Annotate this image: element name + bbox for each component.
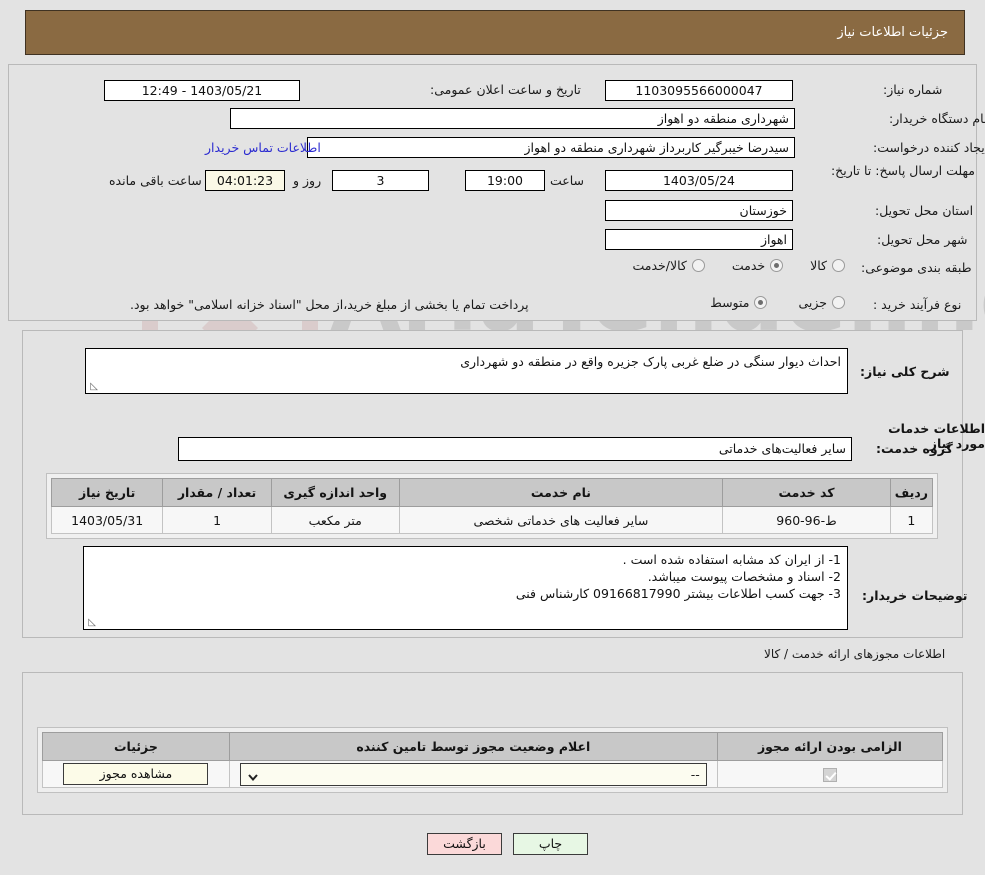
cell-permit-status: -- bbox=[228, 760, 718, 788]
cell-service-code: ط-96-960 bbox=[722, 506, 891, 534]
page-title: جزئیات اطلاعات نیاز bbox=[837, 25, 948, 40]
permits-section-heading: اطلاعات مجوزهای ارائه خدمت / کالا bbox=[764, 647, 946, 661]
deadline-date-field: 1403/05/24 bbox=[605, 170, 793, 191]
cell-need-date: 1403/05/31 bbox=[50, 506, 164, 534]
purchase-type-radio-group[interactable]: جزیی متوسط bbox=[650, 295, 850, 310]
subject-category-radio-group[interactable]: کالا خدمت کالا/خدمت bbox=[560, 258, 850, 273]
request-creator-field: سیدرضا خیبرگیر کاربرداز شهرداری منطقه دو… bbox=[307, 137, 795, 158]
buyer-notes-textarea[interactable]: 1- از ایران کد مشابه استفاده شده است . 2-… bbox=[83, 546, 848, 630]
permits-table-header-row: الزامی بودن ارائه مجوز اعلام وضعیت مجوز … bbox=[42, 732, 944, 761]
purchase-type-option-label: متوسط bbox=[710, 295, 750, 310]
subject-category-radio-icon[interactable] bbox=[691, 259, 705, 272]
delivery-city-field: اهواز bbox=[605, 229, 793, 250]
buyer-note-line-1: 1- از ایران کد مشابه استفاده شده است . bbox=[622, 552, 841, 567]
announce-datetime-label: تاریخ و ساعت اعلان عمومی: bbox=[430, 82, 581, 97]
time-remaining-label: ساعت باقی مانده bbox=[109, 173, 202, 188]
th-quantity: تعداد / مقدار bbox=[162, 478, 272, 507]
purchase-type-option-label: جزیی bbox=[798, 295, 827, 310]
permits-table: الزامی بودن ارائه مجوز اعلام وضعیت مجوز … bbox=[42, 732, 944, 788]
buyer-contact-link[interactable]: اطلاعات تماس خریدار bbox=[205, 140, 321, 155]
subject-category-option-label: کالا bbox=[810, 258, 827, 273]
need-description-text: احداث دیوار سنگی در ضلع غربی پارک جزیره … bbox=[460, 354, 841, 369]
chevron-down-icon bbox=[247, 768, 259, 781]
purchase-type-label: نوع فرآیند خرید : bbox=[873, 297, 962, 312]
deadline-hour-label: ساعت bbox=[550, 173, 585, 188]
time-remaining-field: 04:01:23 bbox=[205, 170, 285, 191]
days-word-label: روز و bbox=[293, 173, 322, 188]
permits-table-row: -- مشاهده مجوز bbox=[42, 760, 944, 788]
buyer-notes-content: 1- از ایران کد مشابه استفاده شده است . 2-… bbox=[90, 551, 841, 602]
subject-category-option-2[interactable]: کالا/خدمت bbox=[632, 258, 709, 273]
th-row-no: ردیف bbox=[889, 478, 934, 507]
services-table-row: 1 ط-96-960 سایر فعالیت های خدماتی شخصی متر … bbox=[50, 506, 934, 534]
resize-grip-icon[interactable]: ◺ bbox=[88, 382, 98, 392]
need-number-label: شماره نیاز: bbox=[883, 82, 943, 97]
buyer-org-label: نام دستگاه خریدار: bbox=[889, 111, 985, 126]
services-table-wrapper: ردیف کد خدمت نام خدمت واحد اندازه گیری ت… bbox=[46, 473, 938, 539]
days-remaining-field: 3 bbox=[332, 170, 429, 191]
view-permit-button[interactable]: مشاهده مجوز bbox=[63, 763, 209, 785]
cell-row-no: 1 bbox=[889, 506, 934, 534]
payment-note-text: پرداخت تمام یا بخشی از مبلغ خرید،از محل … bbox=[130, 297, 529, 312]
subject-category-label: طبقه بندی موضوعی: bbox=[861, 260, 972, 275]
summary-panel bbox=[8, 64, 977, 321]
purchase-type-option-1[interactable]: متوسط bbox=[710, 295, 772, 310]
delivery-province-label: استان محل تحویل: bbox=[875, 203, 974, 218]
back-button[interactable]: بازگشت bbox=[427, 833, 502, 855]
cell-unit: متر مکعب bbox=[270, 506, 400, 534]
th-service-name: نام خدمت bbox=[398, 478, 724, 507]
need-description-textarea[interactable]: احداث دیوار سنگی در ضلع غربی پارک جزیره … bbox=[85, 348, 848, 394]
announce-datetime-field: 1403/05/21 - 12:49 bbox=[104, 80, 300, 101]
buyer-notes-label: توضیحات خریدار: bbox=[862, 588, 968, 603]
permits-table-wrapper: الزامی بودن ارائه مجوز اعلام وضعیت مجوز … bbox=[37, 727, 948, 793]
subject-category-option-label: خدمت bbox=[731, 258, 766, 273]
cell-quantity: 1 bbox=[162, 506, 272, 534]
request-creator-label: ایجاد کننده درخواست: bbox=[873, 140, 985, 155]
print-button[interactable]: چاپ bbox=[513, 833, 588, 855]
subject-category-option-label: کالا/خدمت bbox=[632, 258, 687, 273]
permit-status-select[interactable]: -- bbox=[239, 762, 707, 786]
buyer-org-field: شهرداری منطقه دو اهواز bbox=[230, 108, 795, 129]
services-table: ردیف کد خدمت نام خدمت واحد اندازه گیری ت… bbox=[50, 478, 934, 534]
cell-permit-required bbox=[716, 760, 944, 788]
delivery-province-field: خوزستان bbox=[605, 200, 793, 221]
services-table-body: 1 ط-96-960 سایر فعالیت های خدماتی شخصی متر … bbox=[50, 506, 934, 534]
purchase-type-radio-icon[interactable] bbox=[832, 296, 845, 309]
subject-category-radio-icon[interactable] bbox=[770, 259, 784, 272]
th-service-code: کد خدمت bbox=[722, 478, 891, 507]
purchase-type-radio-icon[interactable] bbox=[754, 296, 768, 309]
th-need-date: تاریخ نیاز bbox=[50, 478, 164, 507]
deadline-label: مهلت ارسال پاسخ: تا تاریخ: bbox=[830, 163, 975, 178]
service-group-field: سایر فعالیت‌های خدماتی bbox=[178, 437, 852, 461]
th-permit-required: الزامی بودن ارائه مجوز bbox=[716, 732, 944, 761]
deadline-hour-field: 19:00 bbox=[465, 170, 545, 191]
page-header: جزئیات اطلاعات نیاز bbox=[25, 10, 965, 55]
th-permit-status: اعلام وضعیت مجوز توسط تامین کننده bbox=[228, 732, 718, 761]
service-group-label: گروه خدمت: bbox=[876, 441, 953, 456]
cell-service-name: سایر فعالیت های خدماتی شخصی bbox=[398, 506, 724, 534]
resize-grip-icon[interactable]: ◺ bbox=[86, 618, 96, 628]
need-number-field: 1103095566000047 bbox=[605, 80, 793, 101]
th-permit-details: جزئیات bbox=[42, 732, 230, 761]
buyer-note-line-3: 3- جهت کسب اطلاعات بیشتر 09166817990 کار… bbox=[515, 586, 841, 601]
subject-category-radio-icon[interactable] bbox=[832, 259, 845, 272]
purchase-type-option-0[interactable]: جزیی bbox=[798, 295, 850, 310]
buyer-note-line-2: 2- اسناد و مشخصات پیوست میباشد. bbox=[647, 569, 841, 584]
services-table-header-row: ردیف کد خدمت نام خدمت واحد اندازه گیری ت… bbox=[50, 478, 934, 507]
permit-required-checkbox bbox=[822, 767, 837, 782]
th-unit: واحد اندازه گیری bbox=[270, 478, 400, 507]
delivery-city-label: شهر محل تحویل: bbox=[877, 232, 968, 247]
permits-table-body: -- مشاهده مجوز bbox=[42, 760, 944, 788]
cell-permit-details: مشاهده مجوز bbox=[42, 760, 230, 788]
subject-category-option-1[interactable]: خدمت bbox=[732, 258, 788, 273]
need-description-label: شرح کلی نیاز: bbox=[860, 364, 950, 379]
subject-category-option-0[interactable]: کالا bbox=[810, 258, 850, 273]
